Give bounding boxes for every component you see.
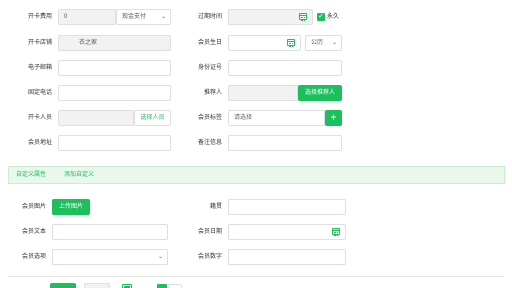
chevron-down-icon: ⌄ bbox=[157, 254, 163, 260]
card-fee-input[interactable]: 0 bbox=[58, 9, 116, 25]
tags-placeholder: 请选择 bbox=[234, 115, 253, 121]
option-checkbox-checked[interactable] bbox=[157, 284, 167, 288]
member-number-label: 会员数字 bbox=[197, 254, 222, 260]
payment-method-select[interactable]: 现金支付 ⌄ bbox=[116, 9, 171, 25]
custom-attributes-title: 自定义属性 bbox=[16, 172, 47, 178]
card-fee-label: 开卡费用 bbox=[27, 14, 52, 20]
remark-input[interactable] bbox=[228, 135, 342, 151]
member-image-label: 会员图片 bbox=[21, 204, 46, 210]
email-label: 电子邮箱 bbox=[27, 65, 52, 71]
chevron-down-icon: ⌄ bbox=[160, 14, 166, 20]
member-text-input[interactable] bbox=[52, 224, 168, 240]
expire-label: 过期时间 bbox=[197, 14, 222, 20]
hometown-input[interactable] bbox=[228, 199, 346, 215]
id-number-label: 身份证号 bbox=[197, 65, 222, 71]
hometown-label: 籍贯 bbox=[209, 204, 222, 210]
member-date-input[interactable] bbox=[228, 224, 346, 240]
expire-date-input[interactable] bbox=[228, 9, 313, 25]
option-box[interactable] bbox=[168, 284, 182, 288]
store-input[interactable]: 衣之家 bbox=[58, 35, 171, 51]
submit-button[interactable] bbox=[50, 283, 76, 288]
reset-button[interactable] bbox=[84, 283, 110, 288]
phone-input[interactable] bbox=[58, 85, 171, 101]
calendar-icon bbox=[287, 39, 295, 47]
member-date-label: 会员日期 bbox=[197, 229, 222, 235]
forever-checkbox[interactable]: ✓ bbox=[317, 13, 325, 21]
calendar-type-value: 公历 bbox=[311, 40, 324, 46]
select-staff-button[interactable]: 选择人员 bbox=[134, 110, 171, 126]
select-staff-label: 选择人员 bbox=[140, 115, 165, 121]
email-input[interactable] bbox=[58, 60, 171, 76]
custom-attributes-bar: 自定义属性 添加自定义 bbox=[8, 166, 505, 184]
select-referrer-button[interactable]: 选择推荐人 bbox=[298, 85, 342, 101]
tags-label: 会员标签 bbox=[197, 115, 222, 121]
birthday-input[interactable] bbox=[228, 35, 301, 51]
chevron-down-icon: ⌄ bbox=[331, 40, 337, 46]
forever-label: 永久 bbox=[327, 14, 340, 20]
payment-method-value: 现金支付 bbox=[122, 14, 147, 20]
calendar-type-select[interactable]: 公历 ⌄ bbox=[305, 35, 342, 51]
add-tag-button[interactable]: + bbox=[325, 110, 342, 126]
birthday-label: 会员生日 bbox=[197, 40, 222, 46]
calendar-icon bbox=[299, 13, 307, 21]
footer-divider bbox=[8, 276, 504, 277]
member-text-label: 会员文本 bbox=[21, 229, 46, 235]
opener-label: 开卡人员 bbox=[27, 115, 52, 121]
address-label: 会员地址 bbox=[27, 140, 52, 146]
member-option-select[interactable]: ⌄ bbox=[52, 249, 168, 265]
phone-label: 固定电话 bbox=[27, 90, 52, 96]
plus-icon: + bbox=[330, 112, 337, 122]
referrer-input[interactable] bbox=[228, 85, 298, 101]
member-number-input[interactable] bbox=[228, 249, 346, 265]
member-option-label: 会员选项 bbox=[21, 254, 46, 260]
tags-select[interactable]: 请选择 bbox=[228, 110, 325, 126]
add-custom-link[interactable]: 添加自定义 bbox=[64, 167, 94, 183]
store-label: 开卡店铺 bbox=[27, 40, 52, 46]
id-number-input[interactable] bbox=[228, 60, 342, 76]
calendar-icon bbox=[332, 228, 340, 236]
opener-input[interactable] bbox=[58, 110, 134, 126]
remark-label: 备注信息 bbox=[197, 140, 222, 146]
address-input[interactable] bbox=[58, 135, 171, 151]
referrer-label: 推荐人 bbox=[203, 90, 222, 96]
upload-image-button[interactable]: 上传图片 bbox=[52, 199, 90, 215]
